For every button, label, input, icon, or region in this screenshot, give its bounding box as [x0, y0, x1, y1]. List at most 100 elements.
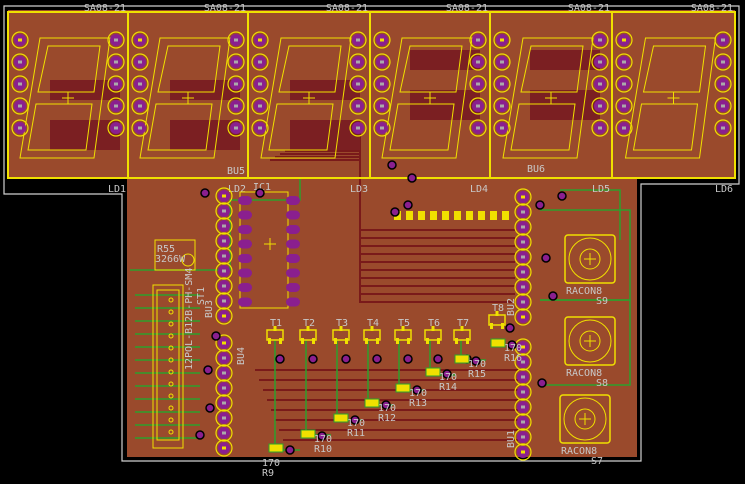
- pad-drill: [500, 82, 504, 86]
- transistor-lead: [490, 323, 493, 329]
- pad-drill: [222, 209, 226, 213]
- via: [505, 323, 515, 333]
- pad-drill: [222, 314, 226, 318]
- resistor-body: [454, 354, 470, 364]
- via: [372, 354, 382, 364]
- pad-drill: [222, 446, 226, 450]
- pad-drill: [476, 60, 480, 64]
- ic1-pad: [238, 283, 252, 292]
- pcb-canvas[interactable]: SA08-21 LD1 SA08-21 LD2 SA08-21 LD3 SA08-21 LD4…: [0, 0, 745, 484]
- pad-drill: [598, 126, 602, 130]
- pad-drill: [380, 104, 384, 108]
- ic1-pad: [238, 210, 252, 220]
- transistor-lead: [455, 338, 458, 344]
- pad-drill: [521, 285, 525, 289]
- pad-drill: [222, 239, 226, 243]
- resistor-label: R11: [347, 428, 365, 439]
- smd-led: [418, 211, 425, 220]
- connector-value: 12POL-B12B-PH-SM4: [184, 268, 195, 370]
- via: [211, 331, 221, 341]
- transistor-lead: [501, 323, 504, 329]
- ic1-pad: [238, 268, 252, 278]
- via: [255, 188, 265, 198]
- resistor-label: R12: [378, 413, 396, 424]
- ic1-pad: [286, 225, 300, 234]
- pad-drill: [258, 60, 262, 64]
- display-part-label: SA08-21: [568, 3, 610, 14]
- pad-drill: [114, 38, 118, 42]
- via: [200, 188, 210, 198]
- via: [203, 365, 213, 375]
- display-name-label: LD5: [592, 184, 610, 195]
- via: [341, 354, 351, 364]
- resistor-label: R14: [439, 382, 457, 393]
- via: [407, 173, 417, 183]
- via: [537, 378, 547, 388]
- pad-drill: [138, 82, 142, 86]
- pad-drill: [521, 225, 525, 229]
- via: [390, 207, 400, 217]
- pad-drill: [622, 82, 626, 86]
- pad-drill: [222, 386, 226, 390]
- transistor-label: T1: [270, 318, 282, 329]
- pad-drill: [622, 104, 626, 108]
- pad-drill: [18, 38, 22, 42]
- pad-drill: [721, 126, 725, 130]
- pad-drill: [258, 126, 262, 130]
- via: [535, 200, 545, 210]
- pad-drill: [521, 255, 525, 259]
- resistor-body: [364, 398, 380, 408]
- transistor-label: T5: [398, 318, 410, 329]
- smd-led: [454, 211, 461, 220]
- transistor-lead: [376, 338, 379, 344]
- transistor-label: T4: [367, 318, 379, 329]
- pad-drill: [521, 420, 525, 424]
- via: [403, 354, 413, 364]
- header-label: BU5: [227, 166, 245, 177]
- pad-drill: [622, 60, 626, 64]
- via: [541, 253, 551, 263]
- display-part-label: SA08-21: [204, 3, 246, 14]
- pad-drill: [18, 126, 22, 130]
- pad-drill: [500, 104, 504, 108]
- ic1-pad: [286, 210, 300, 220]
- pad-drill: [521, 315, 525, 319]
- display-name-label: LD3: [350, 184, 368, 195]
- transistor-lead: [407, 338, 410, 344]
- via: [275, 354, 285, 364]
- display-part-label: SA08-21: [446, 3, 488, 14]
- pad-drill: [721, 38, 725, 42]
- trimmer-value: 3266W: [155, 254, 186, 265]
- connector-label: ST1: [196, 287, 207, 305]
- resistor-label: R10: [314, 444, 332, 455]
- pad-drill: [521, 390, 525, 394]
- pad-drill: [380, 38, 384, 42]
- switch-label: S9: [596, 296, 608, 307]
- resistor-label: R16: [504, 353, 522, 364]
- transistor-lead: [365, 338, 368, 344]
- resistor-body: [300, 429, 316, 439]
- display-name-label: LD2: [228, 184, 246, 195]
- ic1-pad: [286, 254, 300, 263]
- pad-drill: [500, 38, 504, 42]
- smd-led: [478, 211, 485, 220]
- display-name-label: LD4: [470, 184, 488, 195]
- pad-drill: [521, 270, 525, 274]
- pad-drill: [521, 195, 525, 199]
- transistor-label: T7: [457, 318, 469, 329]
- pad-drill: [18, 82, 22, 86]
- transistor-lead: [437, 338, 440, 344]
- ic1-pad: [286, 283, 300, 292]
- pad-drill: [222, 254, 226, 258]
- transistor-lead: [268, 338, 271, 344]
- smd-led: [430, 211, 437, 220]
- pcb-board-view[interactable]: SA08-21 LD1 SA08-21 LD2 SA08-21 LD3 SA08-21 LD4…: [0, 0, 745, 484]
- pad-drill: [114, 104, 118, 108]
- pad-drill: [598, 60, 602, 64]
- pad-drill: [18, 60, 22, 64]
- pad-drill: [222, 224, 226, 228]
- display-name-label: LD6: [715, 184, 733, 195]
- pad-drill: [222, 401, 226, 405]
- resistor-label: R9: [262, 468, 274, 479]
- pad-drill: [234, 126, 238, 130]
